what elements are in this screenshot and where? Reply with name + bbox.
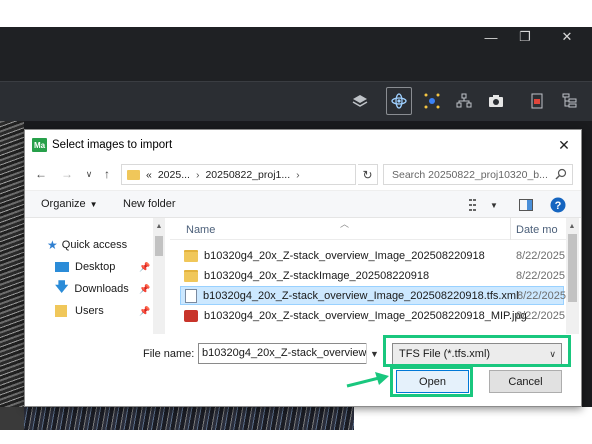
scroll-up-icon[interactable]: ▲ [153, 220, 165, 232]
up-arrow-icon[interactable]: ↑ [99, 166, 115, 182]
back-arrow-icon[interactable]: ← [33, 166, 49, 182]
organize-label: Organize [41, 198, 86, 210]
search-icon [555, 168, 567, 183]
search-input[interactable]: Search 20250822_proj10320_b... [383, 164, 573, 185]
file-row[interactable]: b10320g4_20x_Z-stack_overview_Image_2025… [180, 246, 565, 265]
window-close-button[interactable]: ✕ [552, 27, 582, 47]
file-date: 8/22/2025 [516, 269, 565, 282]
address-bar[interactable]: « 2025... › 20250822_proj1... › [121, 164, 356, 185]
file-name: b10320g4_20x_Z-stack_overview_Image_2025… [204, 309, 527, 322]
folder-icon [55, 305, 67, 317]
file-date: 8/22/2025 [516, 309, 565, 322]
dialog-titlebar: Ma Select images to import ✕ [25, 130, 581, 160]
image-file-icon [184, 309, 198, 322]
file-list: ︿ Name Date mo b10320g4_20x_Z-stack_over… [170, 218, 582, 334]
file-date: 8/22/2025 [516, 249, 565, 262]
nav-downloads[interactable]: 🡇 Downloads [55, 279, 129, 298]
refresh-icon[interactable]: ↻ [358, 164, 378, 185]
scrollbar-thumb[interactable] [155, 236, 163, 256]
highlight-file-type [383, 335, 571, 367]
top-margin [0, 0, 592, 27]
folder-icon [127, 169, 140, 180]
breadcrumb-segment[interactable]: 20250822_proj1... [205, 169, 290, 181]
new-folder-button[interactable]: New folder [123, 198, 176, 210]
column-divider[interactable] [510, 218, 511, 240]
preview-pane-icon[interactable] [517, 196, 535, 214]
file-name-label: File name: [143, 348, 195, 360]
atom-icon[interactable] [386, 87, 412, 115]
pin-icon[interactable]: 📌 [139, 262, 150, 273]
pin-icon[interactable]: 📌 [139, 284, 150, 295]
file-row[interactable]: b10320g4_20x_Z-stackImage_202508220918 8… [180, 266, 565, 285]
microscopy-image-left [0, 121, 24, 407]
microscopy-image-corner [0, 407, 24, 430]
breadcrumb-segment[interactable]: 2025... [158, 169, 190, 181]
xml-file-icon [185, 288, 197, 303]
highlight-open-button [390, 366, 473, 397]
annotation-arrow-icon [346, 372, 389, 388]
search-placeholder: Search 20250822_proj10320_b... [392, 168, 548, 181]
command-bar: Organize ▼ New folder ▼ ? [25, 190, 581, 218]
nav-desktop[interactable]: Desktop [55, 258, 115, 276]
maximize-button[interactable]: ❐ [510, 27, 540, 47]
file-name: b10320g4_20x_Z-stack_overview_Image_2025… [204, 249, 485, 262]
bottom-margin [0, 430, 592, 444]
folder-icon [184, 269, 198, 282]
file-name-input[interactable]: b10320g4_20x_Z-stack_overview_Ir [198, 343, 382, 364]
help-icon[interactable]: ? [549, 196, 567, 214]
file-list-scrollbar[interactable]: ▲ [566, 218, 579, 334]
chevron-right-icon[interactable]: › [196, 169, 200, 181]
view-dropdown-icon[interactable]: ▼ [485, 196, 503, 214]
nav-item-label: Users [75, 305, 104, 317]
file-name: b10320g4_20x_Z-stack_overview_Image_2025… [203, 289, 519, 302]
nav-item-label: Downloads [74, 283, 129, 295]
nav-pane-scrollbar[interactable]: ▲ [153, 218, 165, 334]
nav-users[interactable]: Users [55, 302, 104, 320]
dialog-title: Select images to import [52, 139, 173, 151]
nav-item-label: Desktop [75, 261, 116, 273]
view-options-icon[interactable] [467, 196, 485, 214]
recent-locations-dropdown[interactable]: ∨ [81, 166, 97, 182]
file-row-selected[interactable]: b10320g4_20x_Z-stack_overview_Image_2025… [180, 286, 566, 305]
export-icon[interactable] [524, 87, 550, 115]
nav-item-label: Quick access [61, 239, 128, 251]
column-name[interactable]: Name [186, 224, 215, 236]
scrollbar-thumb[interactable] [568, 234, 577, 302]
cancel-button[interactable]: Cancel [489, 370, 562, 393]
screenshot: — ❐ ✕ Ma Select images to import ✕ ← → ∨ [0, 0, 592, 444]
organize-menu[interactable]: Organize ▼ [41, 198, 98, 210]
layers-icon[interactable] [347, 87, 373, 115]
file-name: b10320g4_20x_Z-stackImage_202508220918 [204, 269, 430, 282]
column-date-modified[interactable]: Date mo [516, 224, 558, 236]
minimize-button[interactable]: — [476, 27, 506, 47]
sort-ascending-icon: ︿ [340, 219, 350, 229]
column-header-row: ︿ Name Date mo [170, 218, 570, 240]
scroll-up-icon[interactable]: ▲ [566, 220, 578, 232]
desktop-icon [55, 262, 69, 272]
navigation-bar: ← → ∨ ↑ « 2025... › 20250822_proj1... › … [25, 160, 581, 188]
navigation-pane: ★ Quick access Desktop 📌 🡇 Downloads 📌 U… [25, 218, 165, 334]
spots-icon[interactable] [419, 87, 445, 115]
dropdown-triangle-icon: ▼ [89, 200, 98, 209]
forward-arrow-icon[interactable]: → [59, 166, 75, 182]
chevron-right-icon[interactable]: › [296, 169, 300, 181]
camera-icon[interactable] [483, 87, 509, 115]
file-date: 8/22/2025 [517, 289, 566, 302]
file-name-dropdown-icon[interactable]: ▼ [366, 343, 382, 364]
download-icon: 🡇 [55, 279, 69, 294]
dialog-close-button[interactable]: ✕ [555, 136, 573, 154]
import-dialog: Ma Select images to import ✕ ← → ∨ ↑ « 2… [24, 129, 582, 407]
file-row[interactable]: b10320g4_20x_Z-stack_overview_Image_2025… [180, 306, 565, 325]
folder-icon [184, 249, 198, 262]
app-logo-icon: Ma [32, 138, 47, 152]
tree-icon[interactable] [557, 87, 583, 115]
microscopy-image-bottom [24, 407, 354, 430]
star-icon: ★ [47, 238, 58, 252]
nav-quick-access[interactable]: ★ Quick access [47, 236, 127, 254]
svg-text:?: ? [555, 200, 562, 212]
breadcrumb-overflow[interactable]: « [146, 169, 152, 181]
hierarchy-icon[interactable] [451, 87, 477, 115]
pin-icon[interactable]: 📌 [139, 306, 150, 317]
